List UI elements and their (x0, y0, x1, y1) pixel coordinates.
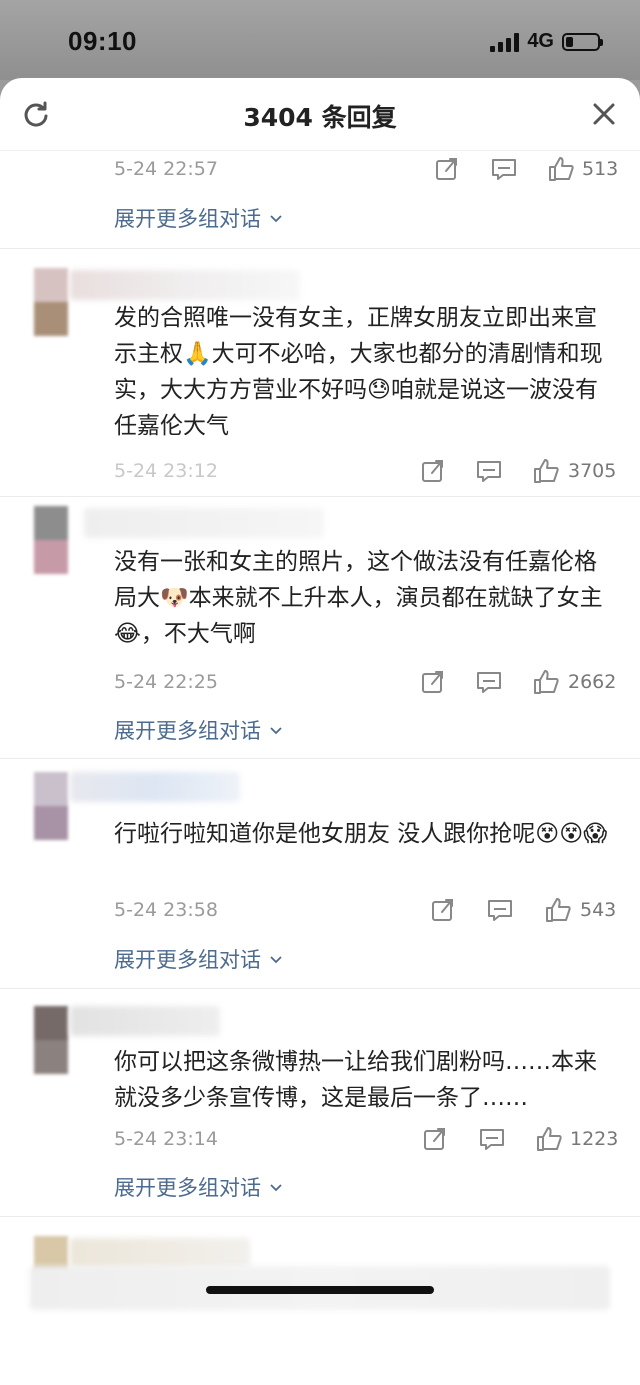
status-bar: 09:10 4G (0, 0, 640, 80)
comment-meta: 5-24 23:12 3705 (0, 452, 640, 492)
signal-icon (490, 32, 520, 52)
chevron-down-icon (270, 727, 282, 735)
expand-conversation-link[interactable]: 展开更多组对话 (114, 1172, 285, 1202)
username-blurred[interactable] (70, 270, 300, 300)
comment-meta: 5-24 23:58 543 (0, 891, 640, 931)
comment-icon[interactable] (477, 1124, 507, 1154)
expand-label: 展开更多组对话 (114, 207, 261, 231)
username-blurred[interactable] (70, 1238, 250, 1268)
divider (0, 758, 640, 759)
expand-conversation-link[interactable]: 展开更多组对话 (114, 944, 285, 974)
like-count: 543 (580, 899, 617, 921)
sheet-title: 3404 条回复 (243, 103, 397, 132)
comment-meta: 5-24 22:25 2662 (0, 663, 640, 703)
comment-time: 5-24 22:57 (114, 158, 218, 180)
comment-time: 5-24 23:14 (114, 1128, 218, 1150)
share-icon[interactable] (418, 456, 448, 486)
chevron-down-icon (270, 1184, 282, 1192)
thumbs-up-icon[interactable] (546, 154, 576, 184)
status-indicators: 4G (490, 30, 603, 53)
thumbs-up-icon[interactable] (531, 456, 561, 486)
comment-time: 5-24 22:25 (114, 671, 218, 693)
comment-icon[interactable] (474, 456, 504, 486)
comment-icon[interactable] (474, 667, 504, 697)
comment-text: 你可以把这条微博热一让给我们剧粉吗……本来就没多少条宣传博，这是最后一条了…… (114, 1049, 597, 1111)
comment-text: 发的合照唯一没有女主，正牌女朋友立即出来宣示主权🙏大可不必哈，大家也都分的清剧情… (114, 305, 603, 439)
thumbs-up-icon[interactable] (543, 895, 573, 925)
sheet-header: 3404 条回复 (0, 78, 640, 151)
comment-text: 行啦行啦知道你是他女朋友 没人跟你抢呢😵😵😱 (114, 821, 608, 847)
divider (0, 496, 640, 497)
comment-text: 没有一张和女主的照片，这个做法没有任嘉伦格局大🐶本来就不上升本人，演员都在就缺了… (114, 549, 603, 647)
avatar[interactable] (34, 772, 68, 840)
expand-label: 展开更多组对话 (114, 1176, 261, 1200)
thumbs-up-icon[interactable] (534, 1124, 564, 1154)
expand-label: 展开更多组对话 (114, 948, 261, 972)
divider (0, 988, 640, 989)
chevron-down-icon (270, 215, 282, 223)
home-indicator (206, 1286, 434, 1294)
share-icon[interactable] (432, 154, 462, 184)
thumbs-up-icon[interactable] (531, 667, 561, 697)
chevron-down-icon (270, 956, 282, 964)
status-time: 09:10 (68, 26, 137, 56)
expand-label: 展开更多组对话 (114, 719, 261, 743)
share-icon[interactable] (428, 895, 458, 925)
like-count: 2662 (568, 671, 617, 693)
battery-icon (562, 32, 603, 51)
comment-time: 5-24 23:58 (114, 899, 218, 921)
avatar[interactable] (34, 268, 68, 336)
share-icon[interactable] (418, 667, 448, 697)
like-count: 3705 (568, 460, 617, 482)
divider (0, 1216, 640, 1217)
close-icon[interactable] (592, 102, 616, 126)
username-blurred[interactable] (70, 772, 240, 802)
like-count: 513 (582, 158, 619, 180)
comment-icon[interactable] (489, 154, 519, 184)
network-type: 4G (527, 30, 554, 52)
like-count: 1223 (570, 1128, 619, 1150)
expand-conversation-link[interactable]: 展开更多组对话 (114, 715, 285, 745)
comment-time: 5-24 23:12 (114, 460, 218, 482)
avatar[interactable] (34, 1006, 68, 1074)
comment-meta: 5-24 22:57 513 (0, 150, 640, 190)
share-icon[interactable] (420, 1124, 450, 1154)
comment-meta: 5-24 23:14 1223 (0, 1120, 640, 1160)
username-blurred[interactable] (84, 508, 324, 538)
username-blurred[interactable] (70, 1006, 220, 1036)
replies-sheet: 3404 条回复 5-24 22:57 513 展开更多组对话 发的合照唯一没有… (0, 78, 640, 1385)
avatar[interactable] (34, 506, 68, 574)
divider (0, 248, 640, 249)
expand-conversation-link[interactable]: 展开更多组对话 (114, 203, 285, 233)
comment-icon[interactable] (485, 895, 515, 925)
